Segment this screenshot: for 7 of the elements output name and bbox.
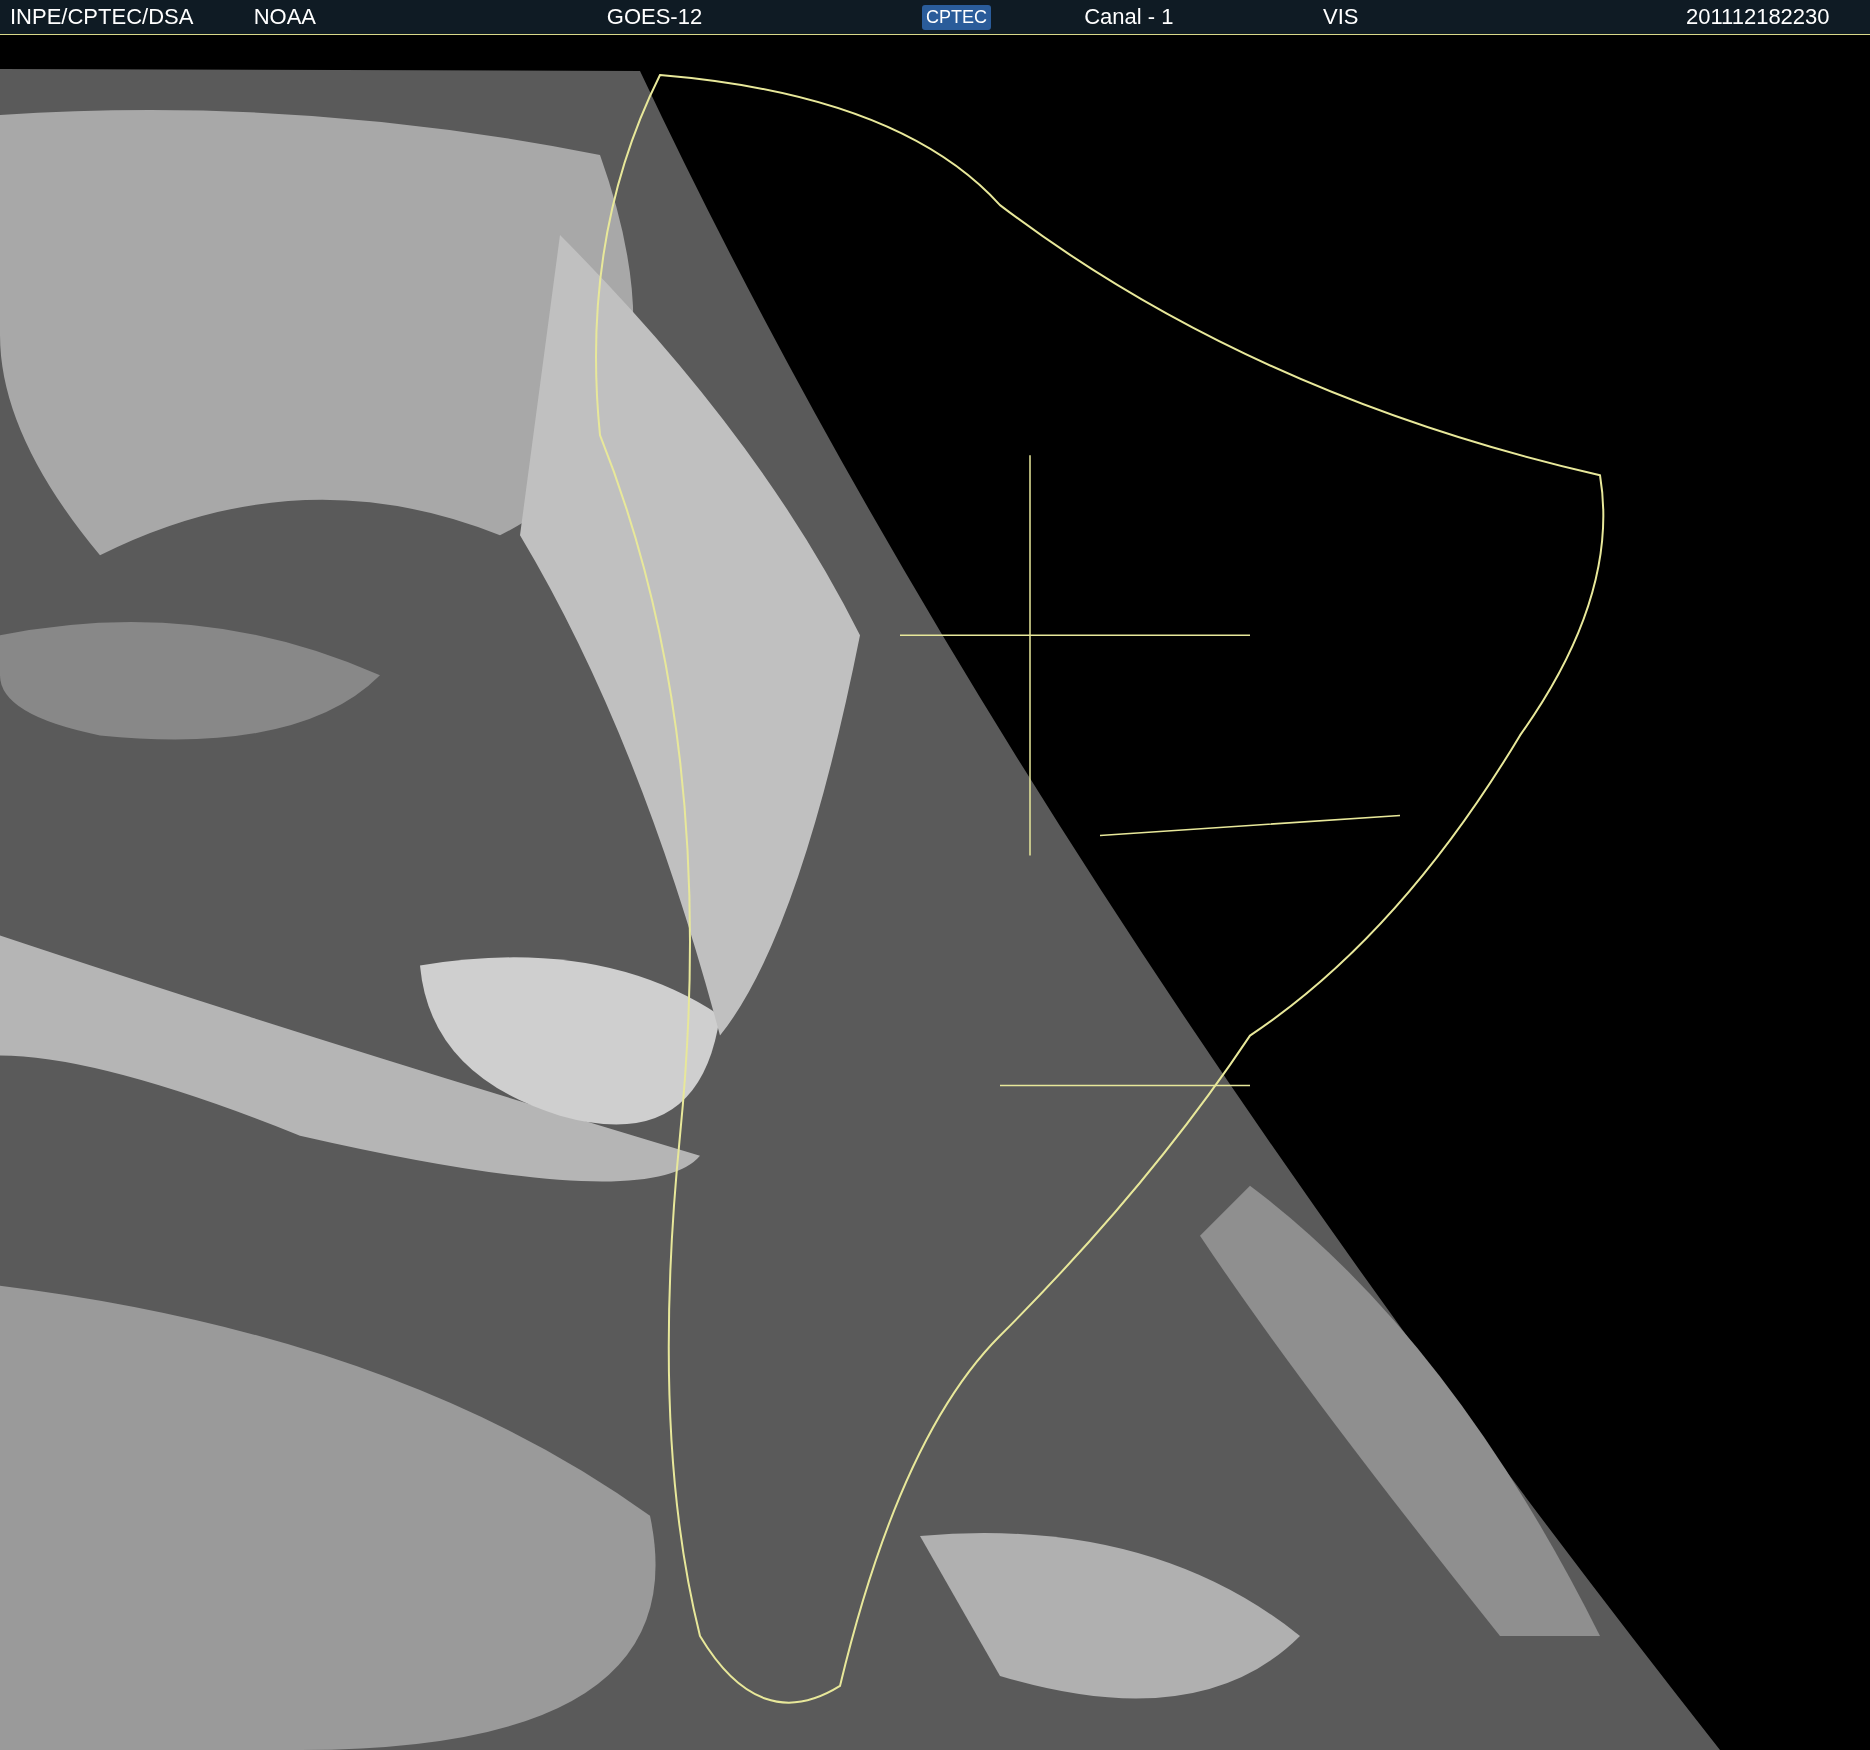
header-label: Canal - 1 (1084, 4, 1174, 30)
header-label: NOAA (253, 4, 317, 30)
header-label: 201112182230 (1686, 4, 1830, 30)
header-label: VIS (1322, 4, 1359, 30)
logo: CPTEC (922, 4, 992, 30)
header-label: INPE/CPTEC/DSA (10, 4, 194, 30)
header-label: GOES-12 (606, 4, 703, 30)
